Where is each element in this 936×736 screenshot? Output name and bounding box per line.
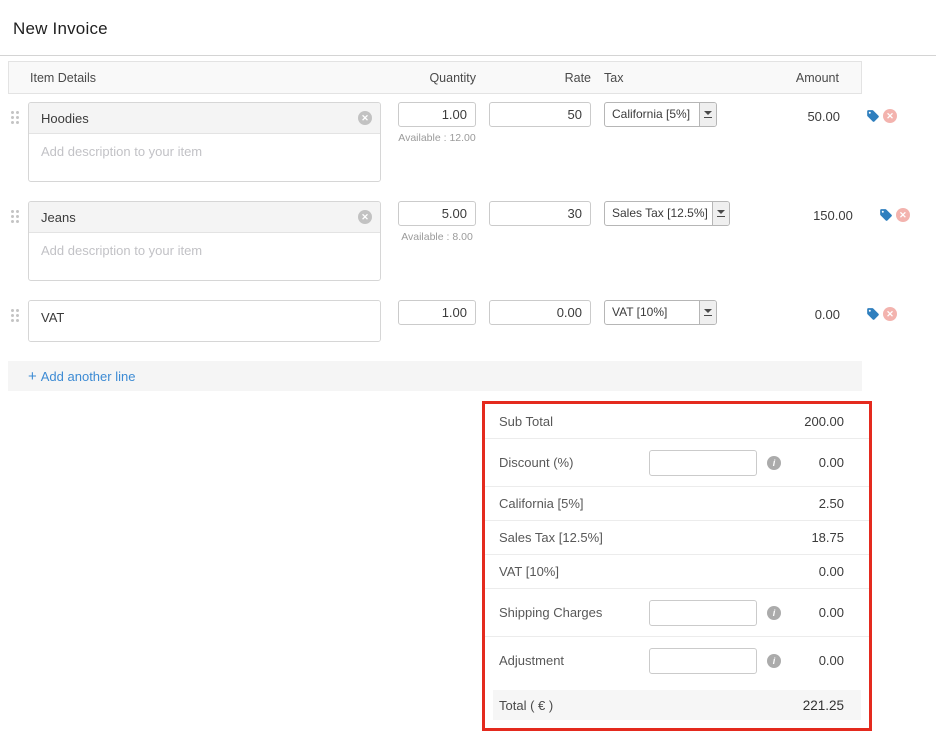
tax-cell: Sales Tax [12.5%]	[604, 201, 730, 226]
item-details-box: ✕	[28, 102, 381, 182]
rate-cell	[489, 300, 591, 325]
line-amount: 150.00	[730, 201, 853, 223]
tax-line-value: 18.75	[811, 530, 844, 545]
quantity-input[interactable]	[398, 201, 476, 226]
item-name-input[interactable]	[41, 210, 358, 225]
item-row-vat: VAT VAT [10%] 0.00 ✕	[8, 300, 936, 342]
adjustment-value: 0.00	[819, 653, 844, 668]
rate-input[interactable]	[489, 201, 591, 226]
tax-cell: VAT [10%]	[604, 300, 717, 325]
invoice-summary-box: Sub Total 200.00 Discount (%) i 0.00 Cal…	[482, 401, 872, 731]
line-amount: 50.00	[717, 102, 840, 124]
delete-row-icon[interactable]: ✕	[883, 109, 897, 123]
rate-input[interactable]	[489, 300, 591, 325]
item-name-bar: ✕	[29, 103, 380, 134]
rate-cell	[489, 102, 591, 127]
chevron-down-icon[interactable]	[712, 202, 729, 225]
quantity-input[interactable]	[398, 102, 476, 127]
add-line-bar: + Add another line	[8, 361, 862, 391]
subtotal-row: Sub Total 200.00	[485, 404, 869, 438]
info-icon: i	[767, 654, 781, 668]
add-another-line-label: Add another line	[41, 369, 136, 384]
subtotal-label: Sub Total	[499, 414, 649, 429]
tax-select[interactable]: California [5%]	[604, 102, 717, 127]
item-description-input[interactable]	[29, 233, 380, 279]
column-header-quantity: Quantity	[398, 71, 476, 85]
tax-select[interactable]: Sales Tax [12.5%]	[604, 201, 730, 226]
tax-line-value: 0.00	[819, 564, 844, 579]
column-header-item-details: Item Details	[9, 71, 398, 85]
tax-cell: California [5%]	[604, 102, 717, 127]
quantity-cell: Available : 12.00	[398, 102, 476, 144]
tag-icon[interactable]	[866, 307, 880, 321]
chevron-down-icon[interactable]	[699, 301, 716, 324]
column-header-amount: Amount	[717, 71, 861, 85]
tax-selected-value: VAT [10%]	[605, 301, 699, 324]
item-name-bar: ✕	[29, 202, 380, 233]
adjustment-input[interactable]	[649, 648, 757, 674]
tax-selected-value: California [5%]	[605, 103, 699, 126]
delete-row-icon[interactable]: ✕	[896, 208, 910, 222]
shipping-label: Shipping Charges	[499, 605, 649, 620]
discount-input[interactable]	[649, 450, 757, 476]
adjustment-label: Adjustment	[499, 653, 649, 668]
page-header: New Invoice	[0, 0, 936, 56]
tax-line-row: Sales Tax [12.5%] 18.75	[485, 520, 869, 554]
line-amount: 0.00	[717, 300, 840, 322]
shipping-row: Shipping Charges i 0.00	[485, 588, 869, 636]
tax-line-label: VAT [10%]	[499, 564, 649, 579]
tag-icon[interactable]	[879, 208, 893, 222]
discount-label: Discount (%)	[499, 455, 649, 470]
item-name-input[interactable]: VAT	[29, 301, 380, 341]
items-table-header: Item Details Quantity Rate Tax Amount	[8, 61, 862, 94]
quantity-input[interactable]	[398, 300, 476, 325]
item-details-box: ✕	[28, 201, 381, 281]
total-label: Total ( € )	[499, 698, 553, 713]
page-title: New Invoice	[13, 19, 936, 39]
quantity-cell	[398, 300, 476, 325]
available-stock-label: Available : 8.00	[398, 231, 476, 243]
item-description-input[interactable]	[29, 134, 380, 180]
adjustment-row: Adjustment i 0.00	[485, 636, 869, 684]
info-icon: i	[767, 606, 781, 620]
total-row: Total ( € ) 221.25	[493, 690, 861, 720]
delete-row-icon[interactable]: ✕	[883, 307, 897, 321]
clear-item-icon[interactable]: ✕	[358, 111, 372, 125]
shipping-value: 0.00	[819, 605, 844, 620]
discount-value: 0.00	[819, 455, 844, 470]
available-stock-label: Available : 12.00	[398, 132, 476, 144]
tax-selected-value: Sales Tax [12.5%]	[605, 202, 712, 225]
column-header-tax: Tax	[591, 71, 717, 85]
tag-icon[interactable]	[866, 109, 880, 123]
quantity-cell: Available : 8.00	[398, 201, 476, 243]
drag-handle-icon[interactable]	[8, 111, 28, 126]
clear-item-icon[interactable]: ✕	[358, 210, 372, 224]
item-details-box: VAT	[28, 300, 381, 342]
item-row-jeans: ✕ Available : 8.00 Sales Tax [12.5%] 150…	[8, 201, 936, 281]
row-actions: ✕	[879, 201, 910, 222]
chevron-down-icon[interactable]	[699, 103, 716, 126]
subtotal-value: 200.00	[804, 414, 844, 429]
tax-line-row: VAT [10%] 0.00	[485, 554, 869, 588]
item-row-hoodies: ✕ Available : 12.00 California [5%] 50.0…	[8, 102, 936, 182]
add-another-line-button[interactable]: + Add another line	[28, 369, 135, 384]
drag-handle-icon[interactable]	[8, 210, 28, 225]
info-icon: i	[767, 456, 781, 470]
item-name-input[interactable]	[41, 111, 358, 126]
tax-line-value: 2.50	[819, 496, 844, 511]
rate-input[interactable]	[489, 102, 591, 127]
column-header-rate: Rate	[476, 71, 591, 85]
row-actions: ✕	[866, 300, 897, 321]
drag-handle-icon[interactable]	[8, 309, 28, 324]
plus-icon: +	[28, 369, 37, 384]
shipping-input[interactable]	[649, 600, 757, 626]
tax-select[interactable]: VAT [10%]	[604, 300, 717, 325]
discount-row: Discount (%) i 0.00	[485, 438, 869, 486]
total-value: 221.25	[803, 698, 844, 713]
row-actions: ✕	[866, 102, 897, 123]
rate-cell	[489, 201, 591, 226]
tax-line-label: California [5%]	[499, 496, 649, 511]
tax-line-row: California [5%] 2.50	[485, 486, 869, 520]
tax-line-label: Sales Tax [12.5%]	[499, 530, 649, 545]
